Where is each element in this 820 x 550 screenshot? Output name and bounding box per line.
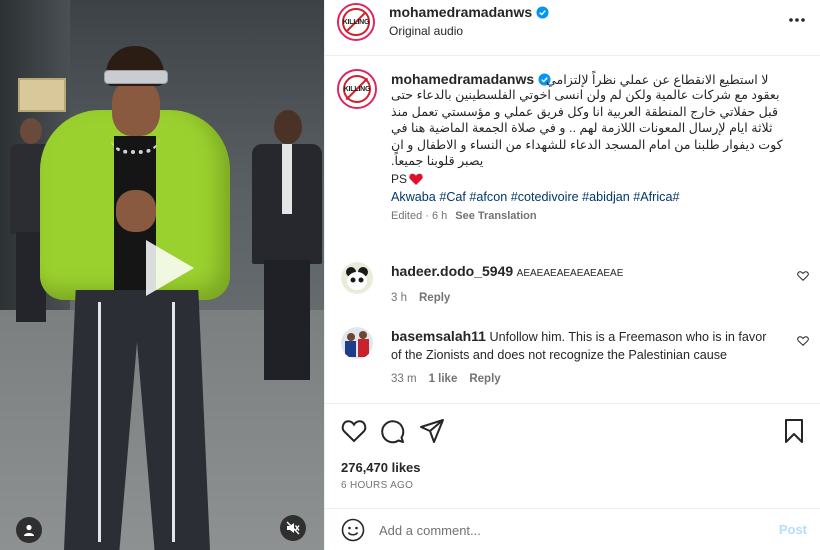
post-actions: 276,470 likes 6 HOURS AGO [325, 403, 820, 499]
caption-ps: PS [391, 172, 807, 186]
verified-badge-icon [536, 5, 549, 19]
commenter-avatar[interactable] [341, 262, 373, 294]
caption-user-line: mohamedramadanws لا استطيع الانقطاع عن ع… [391, 71, 807, 87]
comment-text: AEAEAEAEAEAEAEAE [516, 268, 624, 279]
caption-edited-time: Edited · 6 h [391, 209, 448, 222]
share-paper-plane-icon[interactable] [419, 418, 445, 444]
comment-body: basemsalah11 Unfollow him. This is a Fre… [391, 327, 771, 388]
mute-icon[interactable] [280, 515, 306, 541]
audio-link[interactable]: Original audio [389, 24, 463, 38]
comment-likes-count[interactable]: 1 like [429, 370, 458, 388]
hashtag-link[interactable]: Akwaba [391, 190, 436, 204]
comment-body: hadeer.dodo_5949 AEAEAEAEAEAEAEAE 3 h Re… [391, 262, 771, 307]
commenter-username[interactable]: basemsalah11 [391, 328, 486, 344]
caption-username[interactable]: mohamedramadanws [391, 71, 534, 87]
hashtag-link[interactable]: #abidjan [582, 190, 630, 204]
emoji-icon[interactable] [341, 518, 365, 542]
red-heart-emoji-icon [409, 173, 423, 185]
caption-avatar[interactable]: KILLING [337, 69, 377, 109]
comment-input[interactable] [379, 517, 759, 543]
post-side-panel: KILLING mohamedramadanws Original audio … [324, 0, 820, 550]
hashtag-link[interactable]: #afcon [469, 190, 507, 204]
hashtag-list: Akwaba #Caf #afcon #cotedivoire #abidjan… [391, 190, 807, 204]
caption-ps-text: PS [391, 171, 408, 186]
save-bookmark-icon[interactable] [781, 418, 807, 444]
hashtag-link[interactable]: #Caf [439, 190, 466, 204]
comment-like-heart-icon[interactable] [797, 270, 809, 282]
caption-meta: Edited · 6 h See Translation [391, 210, 807, 222]
caption-text: بعقود مع شركات عالمية ولكن لم ولن انسى ا… [391, 88, 783, 168]
user-tag-icon[interactable] [16, 517, 42, 543]
like-heart-icon[interactable] [341, 418, 367, 444]
comment-time[interactable]: 3 h [391, 289, 407, 307]
hashtag-link[interactable]: #cotedivoire [511, 190, 579, 204]
more-options-icon[interactable] [787, 10, 807, 30]
reply-button[interactable]: Reply [469, 370, 500, 388]
play-icon[interactable] [136, 236, 200, 300]
comment-time[interactable]: 33 m [391, 370, 417, 388]
likes-count[interactable]: 276,470 likes [341, 460, 421, 475]
hashtag-link[interactable]: #Africa# [633, 190, 679, 204]
post-viewer: KILLING mohamedramadanws Original audio … [0, 0, 820, 550]
post-time-ago[interactable]: 6 HOURS AGO [341, 480, 413, 491]
comment-bubble-icon[interactable] [379, 418, 405, 444]
comment-meta: 33 m 1 like Reply [391, 370, 771, 388]
comment-like-heart-icon[interactable] [797, 335, 809, 347]
author-username[interactable]: mohamedramadanws [389, 4, 532, 20]
video-player[interactable] [0, 0, 324, 550]
reply-button[interactable]: Reply [419, 289, 450, 307]
comments-scroll-area[interactable]: KILLING mohamedramadanws لا استطيع الانق… [325, 57, 820, 402]
video-bg-person-right [248, 110, 324, 390]
see-translation-button[interactable]: See Translation [455, 210, 536, 222]
avatar-logo-text: KILLING [343, 85, 371, 93]
avatar-logo-text: KILLING [342, 18, 370, 26]
comment-meta: 3 h Reply [391, 289, 771, 307]
author-avatar[interactable]: KILLING [337, 3, 375, 41]
caption-first-line: لا استطيع الانقطاع عن عملي نظراً لإلتزام… [546, 73, 769, 87]
commenter-username[interactable]: hadeer.dodo_5949 [391, 263, 513, 279]
comment-composer: Post [325, 508, 820, 550]
commenter-avatar[interactable] [341, 327, 373, 359]
author-name-row: mohamedramadanws [389, 4, 549, 20]
post-comment-button[interactable]: Post [779, 522, 807, 537]
video-main-person [40, 40, 230, 550]
post-header: KILLING mohamedramadanws Original audio [325, 0, 820, 56]
caption-body: mohamedramadanws لا استطيع الانقطاع عن ع… [391, 71, 807, 222]
